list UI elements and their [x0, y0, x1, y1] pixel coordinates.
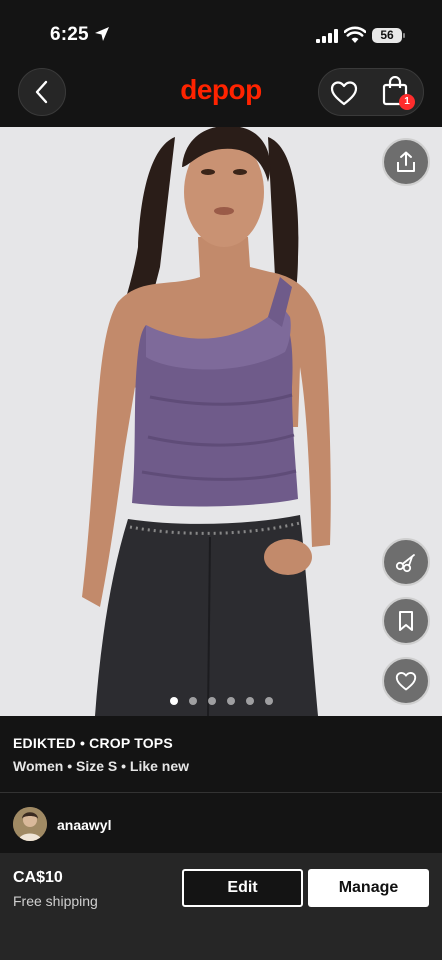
- listing-meta: Women • Size S • Like new: [13, 758, 190, 774]
- product-image: [0, 127, 442, 716]
- photo-pagination[interactable]: [0, 697, 442, 707]
- pagination-dot[interactable]: [207, 697, 216, 705]
- avatar-image: [13, 807, 47, 841]
- bookmark-icon: [399, 611, 413, 631]
- avatar[interactable]: [13, 807, 47, 841]
- shipping-info: Free shipping: [13, 893, 98, 909]
- cellular-signal-icon: [316, 29, 338, 43]
- battery-indicator: 56: [372, 28, 402, 43]
- share-button[interactable]: [382, 138, 430, 186]
- price: CA$10: [13, 869, 63, 886]
- save-button[interactable]: [382, 597, 430, 645]
- bag-count-badge: 1: [399, 94, 415, 110]
- location-arrow-icon: [95, 27, 109, 41]
- battery-tip: [403, 33, 405, 38]
- status-bar: 6:25 56: [0, 0, 442, 66]
- favorites-button[interactable]: [329, 78, 359, 108]
- seller-row[interactable]: anaawyl: [0, 793, 442, 853]
- heart-icon: [330, 81, 358, 106]
- pagination-dot[interactable]: [264, 697, 273, 705]
- listing-info: EDIKTED • CROP TOPS Women • Size S • Lik…: [0, 716, 442, 792]
- scissors-icon: [395, 554, 415, 573]
- seller-username[interactable]: anaawyl: [57, 817, 111, 833]
- edit-button[interactable]: Edit: [182, 869, 303, 907]
- pagination-dot[interactable]: [188, 697, 197, 705]
- pagination-dot[interactable]: [226, 697, 235, 705]
- top-nav-bar: depop 1: [0, 66, 442, 126]
- share-icon: [397, 151, 415, 172]
- nav-actions: 1: [318, 68, 424, 116]
- pagination-dot[interactable]: [245, 697, 254, 705]
- status-time: 6:25: [50, 24, 89, 45]
- wifi-icon: [344, 26, 366, 43]
- cut-button[interactable]: [382, 538, 430, 586]
- purchase-bar: CA$10 Free shipping Edit Manage: [0, 853, 442, 960]
- brand-category[interactable]: EDIKTED • CROP TOPS: [13, 735, 173, 751]
- heart-icon: [395, 672, 417, 691]
- product-photo[interactable]: [0, 127, 442, 716]
- manage-button[interactable]: Manage: [308, 869, 429, 907]
- pagination-dot[interactable]: [169, 697, 178, 705]
